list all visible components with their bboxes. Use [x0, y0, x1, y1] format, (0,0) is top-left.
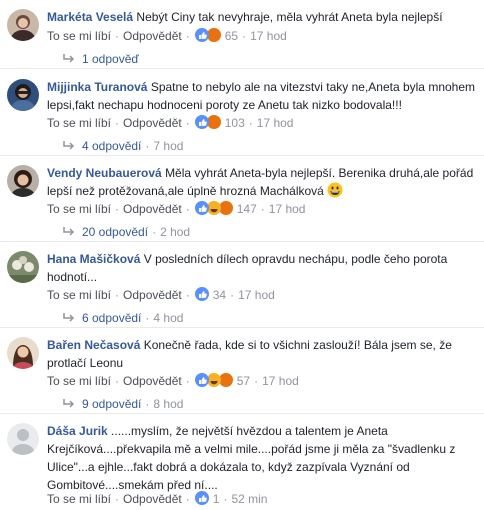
haha-icon [206, 201, 221, 215]
comment-actions: To se mi líbí · Odpovědět · 34 · 17 hod [47, 286, 275, 302]
haha-icon [206, 373, 221, 387]
divider [0, 68, 484, 69]
reactions[interactable] [194, 114, 222, 130]
avatar[interactable] [7, 9, 39, 41]
comment-author[interactable]: Hana Mašičková [47, 252, 140, 266]
reply-link[interactable]: Odpovědět [123, 29, 182, 43]
avatar[interactable] [7, 337, 39, 369]
comment-author[interactable]: Mijjinka Turanová [47, 80, 147, 94]
replies-time[interactable]: 2 hod [160, 225, 190, 239]
divider [0, 241, 484, 242]
grinning-emoji-icon [327, 182, 343, 198]
angry-icon [218, 373, 233, 387]
replies-count[interactable]: 6 odpovědí [82, 311, 141, 325]
like-link[interactable]: To se mi líbí [47, 116, 111, 130]
replies-toggle[interactable]: 9 odpovědí · 8 hod [63, 396, 183, 412]
comment-text: Nebýt Ciny tak nevyhraje, měla vyhrát An… [136, 10, 443, 24]
avatar[interactable] [7, 423, 39, 455]
replies-count[interactable]: 9 odpovědí [82, 397, 141, 411]
comment-body: Dáša Jurik ......myslím, že největší hvě… [47, 422, 475, 494]
reaction-count[interactable]: 103 [225, 116, 245, 130]
timestamp[interactable]: 17 hod [238, 288, 275, 302]
reaction-count[interactable]: 147 [237, 202, 257, 216]
comment-actions: To se mi líbí · Odpovědět · 1 · 52 min [47, 490, 268, 506]
avatar[interactable] [7, 79, 39, 111]
reactions[interactable] [194, 27, 222, 43]
replies-toggle[interactable]: 6 odpovědí · 4 hod [63, 310, 183, 326]
comment-author[interactable]: Vendy Neubauerová [47, 166, 162, 180]
reactions[interactable] [194, 490, 210, 506]
like-link[interactable]: To se mi líbí [47, 288, 111, 302]
timestamp[interactable]: 17 hod [250, 29, 287, 43]
replies-toggle[interactable]: 20 odpovědí · 2 hod [63, 224, 190, 240]
comment-body: Markéta Veselá Nebýt Ciny tak nevyhraje,… [47, 8, 475, 26]
reply-link[interactable]: Odpovědět [123, 116, 182, 130]
angry-icon [206, 28, 221, 42]
comment-body: Mijjinka Turanová Spatne to nebylo ale n… [47, 78, 475, 114]
timestamp[interactable]: 17 hod [269, 202, 306, 216]
comment-actions: To se mi líbí · Odpovědět · 147 · 17 hod [47, 200, 306, 216]
replies-time[interactable]: 7 hod [153, 139, 183, 153]
like-link[interactable]: To se mi líbí [47, 374, 111, 388]
replies-toggle[interactable]: 1 odpověď [63, 51, 139, 67]
divider [0, 155, 484, 156]
reply-link[interactable]: Odpovědět [123, 202, 182, 216]
like-link[interactable]: To se mi líbí [47, 202, 111, 216]
like-link[interactable]: To se mi líbí [47, 492, 111, 506]
replies-count[interactable]: 4 odpovědí [82, 139, 141, 153]
avatar[interactable] [7, 165, 39, 197]
replies-time[interactable]: 4 hod [153, 311, 183, 325]
angry-icon [206, 115, 221, 129]
comment-body: Hana Mašičková V posledních dílech oprav… [47, 250, 475, 286]
comment-body: Bařen Nečasová Konečně řada, kde si to v… [47, 336, 475, 372]
reply-arrow-icon [63, 227, 74, 236]
comment-body: Vendy Neubauerová Měla vyhrát Aneta-byla… [47, 164, 475, 200]
replies-toggle[interactable]: 4 odpovědí · 7 hod [63, 138, 183, 154]
comment-author[interactable]: Bařen Nečasová [47, 338, 140, 352]
avatar[interactable] [7, 251, 39, 283]
reply-arrow-icon [63, 141, 74, 150]
reactions[interactable] [194, 372, 234, 388]
comment-actions: To se mi líbí · Odpovědět · 103 · 17 hod [47, 114, 294, 130]
reply-link[interactable]: Odpovědět [123, 374, 182, 388]
timestamp[interactable]: 17 hod [257, 116, 294, 130]
comment-actions: To se mi líbí · Odpovědět · 65 · 17 hod [47, 27, 287, 43]
reaction-count[interactable]: 57 [237, 374, 250, 388]
reply-arrow-icon [63, 54, 74, 63]
comment-author[interactable]: Dáša Jurik [47, 424, 108, 438]
replies-count[interactable]: 1 odpověď [82, 52, 139, 66]
replies-count[interactable]: 20 odpovědí [82, 225, 148, 239]
comment-author[interactable]: Markéta Veselá [47, 10, 133, 24]
reaction-count[interactable]: 34 [213, 288, 226, 302]
reply-link[interactable]: Odpovědět [123, 492, 182, 506]
timestamp[interactable]: 52 min [231, 492, 267, 506]
angry-icon [218, 201, 233, 215]
like-link[interactable]: To se mi líbí [47, 29, 111, 43]
replies-time[interactable]: 8 hod [153, 397, 183, 411]
reply-arrow-icon [63, 313, 74, 322]
reaction-count[interactable]: 65 [225, 29, 238, 43]
comment-actions: To se mi líbí · Odpovědět · 57 · 17 hod [47, 372, 299, 388]
comment-text: ......myslím, že největší hvězdou a tale… [47, 424, 456, 492]
reply-arrow-icon [63, 399, 74, 408]
timestamp[interactable]: 17 hod [262, 374, 299, 388]
reactions[interactable] [194, 200, 234, 216]
divider [0, 413, 484, 414]
reactions[interactable] [194, 286, 210, 302]
reply-link[interactable]: Odpovědět [123, 288, 182, 302]
divider [0, 327, 484, 328]
